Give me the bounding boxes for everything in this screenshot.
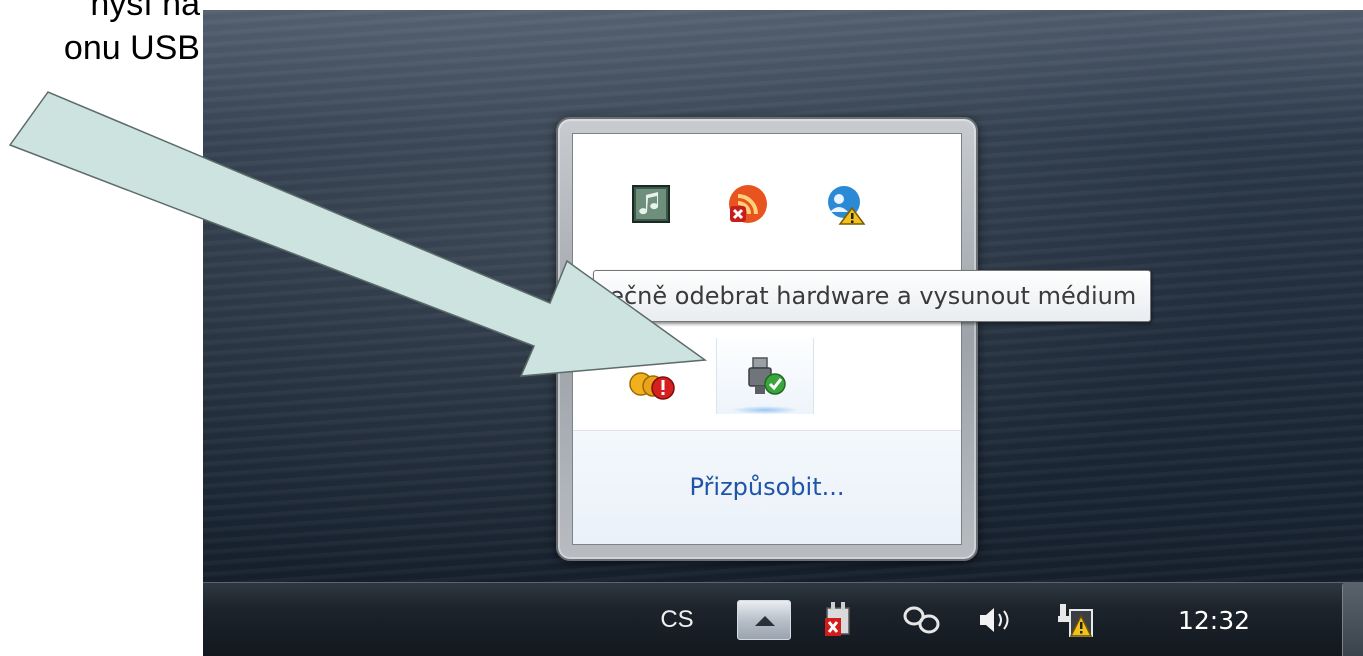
safely-remove-hardware-icon[interactable] <box>716 338 814 414</box>
taskbar: CS 12:32 <box>203 582 1363 656</box>
flyout-panel: Přizpůsobit... <box>572 133 962 545</box>
show-hidden-icons-face <box>737 600 791 640</box>
power-status-icon[interactable] <box>816 583 860 656</box>
show-desktop-button[interactable] <box>1342 583 1363 656</box>
network-user-warning-icon[interactable] <box>818 176 874 232</box>
volume-icon[interactable] <box>973 583 1019 656</box>
rss-error-icon[interactable] <box>720 176 776 232</box>
music-app-icon[interactable] <box>623 176 679 232</box>
caption-line-1: nyší na <box>90 0 200 23</box>
network-warning-icon[interactable] <box>1051 583 1097 656</box>
tooltip: nečně odebrat hardware a vysunout médium <box>593 270 1152 322</box>
chevron-up-icon <box>755 616 775 626</box>
customize-link[interactable]: Přizpůsobit... <box>573 473 961 501</box>
flyout-footer: Přizpůsobit... <box>573 431 961 544</box>
slide-caption: nyší na onu USB <box>0 0 200 70</box>
clock-time: 12:32 <box>1177 605 1251 635</box>
clock[interactable]: 12:32 <box>1159 583 1269 656</box>
language-indicator[interactable]: CS <box>653 583 701 656</box>
desktop-screenshot: Přizpůsobit... nečně odebrat hardware a … <box>203 10 1363 656</box>
show-hidden-icons-button[interactable] <box>736 583 792 656</box>
sync-link-icon[interactable] <box>897 583 947 656</box>
security-alert-icon[interactable] <box>623 356 679 412</box>
notification-area-overflow-flyout: Přizpůsobit... <box>556 117 978 561</box>
language-label: CS <box>660 606 694 633</box>
caption-line-2: onu USB <box>63 29 200 67</box>
